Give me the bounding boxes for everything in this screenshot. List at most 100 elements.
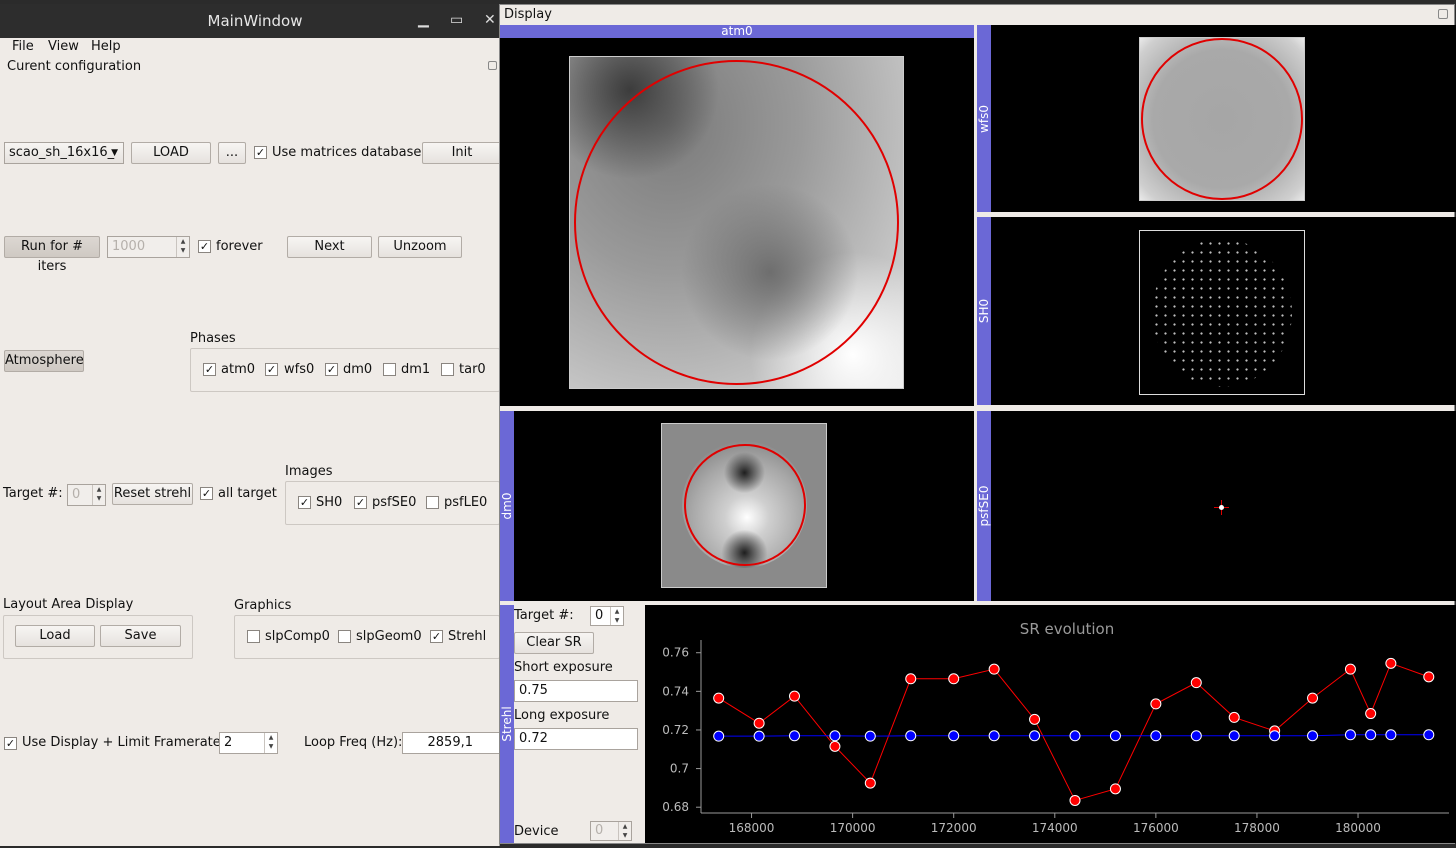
float-icon[interactable] bbox=[1438, 9, 1448, 19]
wfs-panel-tab[interactable]: wfs0 bbox=[977, 25, 991, 212]
dm-panel[interactable] bbox=[514, 411, 974, 601]
minimize-icon[interactable]: ▁ bbox=[418, 12, 429, 28]
short-exposure-point bbox=[1385, 657, 1397, 669]
framerate-spinbox[interactable]: 2 ▲ ▼ bbox=[219, 732, 278, 754]
config-select[interactable]: scao_sh_16x16_ ▼ bbox=[4, 142, 124, 164]
reset-strehl-button[interactable]: Reset strehl bbox=[112, 483, 193, 505]
sr-target-spinner[interactable]: ▲ ▼ bbox=[610, 607, 623, 625]
phase-atm0-label: atm0 bbox=[221, 362, 255, 377]
layout-load-button[interactable]: Load bbox=[15, 625, 95, 647]
sh-panel-tab[interactable]: SH0 bbox=[977, 217, 991, 405]
use-display-checkbox[interactable]: ✓ bbox=[4, 737, 17, 750]
load-button[interactable]: LOAD bbox=[131, 142, 211, 164]
graphics-slpcomp0-checkbox[interactable] bbox=[247, 630, 260, 643]
phase-wfs0-label: wfs0 bbox=[284, 362, 315, 377]
maximize-icon[interactable]: ▭ bbox=[450, 12, 463, 28]
image-sh0-checkbox[interactable]: ✓ bbox=[298, 496, 311, 509]
phase-dm1-label: dm1 bbox=[401, 362, 431, 377]
short-exposure-point bbox=[948, 673, 960, 685]
menu-view[interactable]: View bbox=[48, 39, 79, 54]
layout-title: Layout Area Display bbox=[3, 597, 134, 612]
phase-tar0-label: tar0 bbox=[459, 362, 486, 377]
short-exposure-label: Short exposure bbox=[514, 660, 613, 675]
window-title: MainWindow bbox=[207, 12, 303, 30]
strehl-panel-tab-label: Strehl bbox=[500, 706, 514, 742]
init-button[interactable]: Init bbox=[422, 142, 502, 164]
iters-spinner[interactable]: ▲ ▼ bbox=[176, 237, 189, 257]
long-exposure-point bbox=[1365, 729, 1377, 741]
iters-input[interactable]: 1000 ▲ ▼ bbox=[107, 236, 190, 258]
graphics-strehl-checkbox[interactable]: ✓ bbox=[430, 630, 443, 643]
sr-target-spinbox[interactable]: 0 ▲ ▼ bbox=[590, 606, 624, 626]
iters-value: 1000 bbox=[112, 239, 146, 254]
long-exposure-point bbox=[1029, 730, 1041, 742]
wfs-panel[interactable] bbox=[991, 25, 1456, 212]
unzoom-button[interactable]: Unzoom bbox=[378, 236, 462, 258]
framerate-spinner[interactable]: ▲ ▼ bbox=[264, 733, 277, 753]
strehl-panel-tab[interactable]: Strehl bbox=[500, 605, 514, 843]
atm-phase-image bbox=[569, 56, 904, 389]
use-matrices-db-checkbox[interactable]: ✓ bbox=[254, 146, 267, 159]
all-target-checkbox[interactable]: ✓ bbox=[200, 487, 213, 500]
sr-target-label: Target #: bbox=[514, 608, 574, 623]
atmosphere-button[interactable]: Atmosphere bbox=[4, 350, 84, 372]
framerate-value: 2 bbox=[224, 735, 233, 750]
dm-phase-image bbox=[661, 423, 827, 588]
image-psfse0-checkbox[interactable]: ✓ bbox=[354, 496, 367, 509]
phase-dm0-checkbox[interactable]: ✓ bbox=[325, 363, 338, 376]
short-exposure-field[interactable]: 0.75 bbox=[514, 680, 638, 702]
long-exposure-point bbox=[988, 730, 1000, 742]
chart-axes: 0.68 0.7 0.72 0.74 0.76 168000 170000 172000 174… bbox=[662, 640, 1449, 835]
phase-wfs0-checkbox[interactable]: ✓ bbox=[265, 363, 278, 376]
psf-panel-tab-label: psfSE0 bbox=[977, 485, 991, 527]
long-exposure-field[interactable]: 0.72 bbox=[514, 728, 638, 750]
long-exposure-point bbox=[1069, 730, 1081, 742]
target-label: Target #: bbox=[3, 486, 63, 501]
x-tick-label: 176000 bbox=[1133, 821, 1179, 835]
long-exposure-point bbox=[1269, 730, 1281, 742]
phase-dm1-checkbox[interactable] bbox=[383, 363, 396, 376]
x-tick-label: 172000 bbox=[931, 821, 977, 835]
short-exposure-point bbox=[988, 663, 1000, 675]
atm-panel[interactable] bbox=[500, 38, 974, 406]
long-exposure-point bbox=[1150, 730, 1162, 742]
target-spinner[interactable]: ▲ ▼ bbox=[92, 485, 105, 505]
psf-panel-tab[interactable]: psfSE0 bbox=[977, 411, 991, 601]
sr-evolution-chart: SR evolution 0.68 0.7 0.72 0.74 0.76 168000 17… bbox=[662, 620, 1449, 835]
atm-panel-tab[interactable]: atm0 bbox=[500, 25, 974, 38]
short-exposure-point bbox=[829, 740, 841, 752]
long-exposure-point bbox=[1190, 730, 1202, 742]
loop-freq-field[interactable]: 2859,1 bbox=[402, 732, 500, 754]
graphics-slpgeom0-checkbox[interactable] bbox=[338, 630, 351, 643]
sr-chart-panel[interactable]: SR evolution 0.68 0.7 0.72 0.74 0.76 168000 17… bbox=[645, 605, 1456, 843]
close-icon[interactable]: ✕ bbox=[484, 12, 496, 28]
psf-core bbox=[1219, 505, 1224, 510]
x-tick-label: 174000 bbox=[1032, 821, 1078, 835]
y-tick-label: 0.72 bbox=[662, 723, 689, 737]
sh-panel[interactable] bbox=[991, 217, 1456, 405]
psf-panel[interactable] bbox=[991, 411, 1456, 601]
graphics-strehl-label: Strehl bbox=[448, 629, 487, 644]
forever-checkbox[interactable]: ✓ bbox=[198, 240, 211, 253]
image-psfle0-checkbox[interactable] bbox=[426, 496, 439, 509]
layout-save-button[interactable]: Save bbox=[100, 625, 181, 647]
run-iters-button[interactable]: Run for # iters bbox=[4, 236, 100, 274]
phases-title: Phases bbox=[190, 331, 236, 346]
float-icon[interactable] bbox=[488, 61, 497, 70]
y-tick-label: 0.74 bbox=[662, 684, 689, 698]
long-exposure-point bbox=[713, 730, 725, 742]
image-psfse0-label: psfSE0 bbox=[372, 495, 417, 510]
target-spinbox[interactable]: 0 ▲ ▼ bbox=[67, 484, 106, 506]
menu-help[interactable]: Help bbox=[91, 39, 121, 54]
device-spinbox[interactable]: 0 ▲ ▼ bbox=[590, 821, 632, 841]
menu-file[interactable]: File bbox=[12, 39, 34, 54]
display-title: Display bbox=[504, 7, 552, 22]
dm-panel-tab[interactable]: dm0 bbox=[500, 411, 514, 601]
browse-button[interactable]: ... bbox=[218, 142, 246, 164]
phase-atm0-checkbox[interactable]: ✓ bbox=[203, 363, 216, 376]
phase-tar0-checkbox[interactable] bbox=[441, 363, 454, 376]
next-button[interactable]: Next bbox=[287, 236, 372, 258]
clear-sr-button[interactable]: Clear SR bbox=[514, 632, 594, 654]
long-exposure-point bbox=[1344, 729, 1356, 741]
device-spinner[interactable]: ▲ ▼ bbox=[618, 822, 631, 840]
